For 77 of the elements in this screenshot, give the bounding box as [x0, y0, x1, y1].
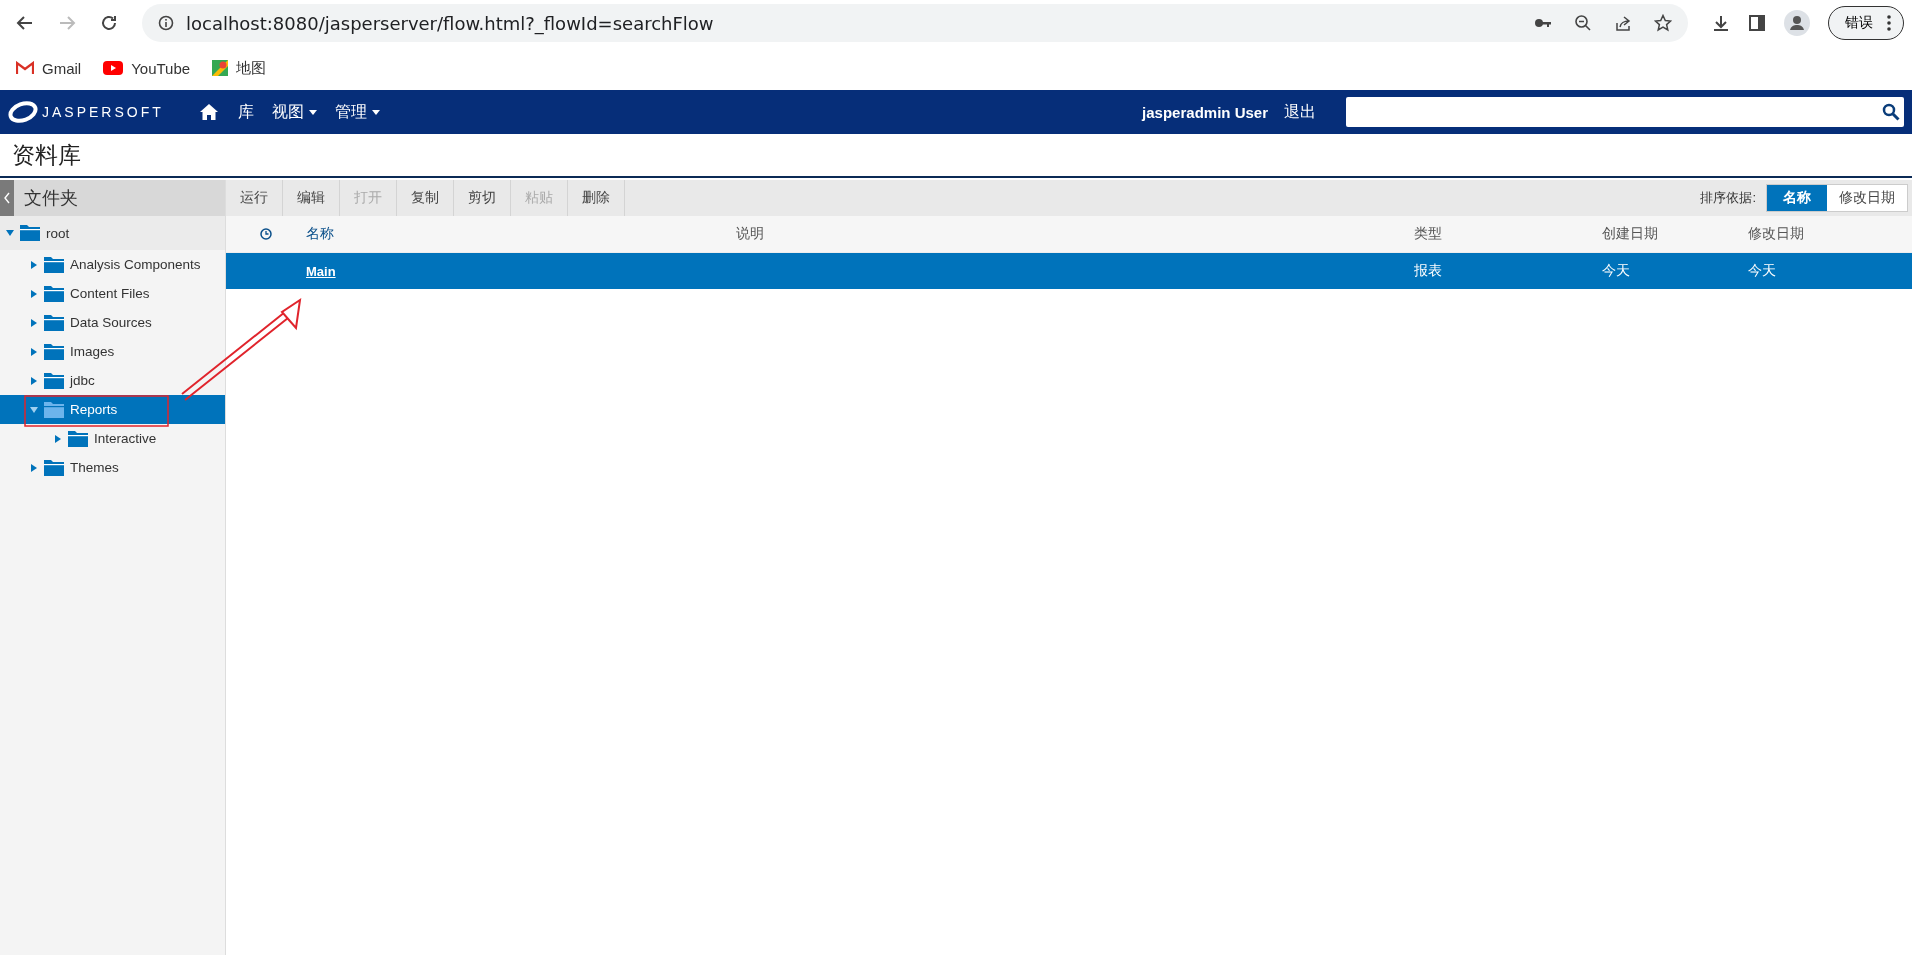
bookmark[interactable]: Gmail — [16, 59, 82, 77]
info-icon[interactable] — [158, 15, 174, 31]
column-header[interactable]: 名称 — [306, 225, 334, 241]
folder-icon — [44, 285, 64, 302]
logo-icon — [8, 100, 38, 124]
user-name: jasperadmin User — [1142, 103, 1268, 121]
zoom-out-icon[interactable] — [1574, 14, 1592, 32]
page-title: 资料库 — [12, 140, 81, 170]
caret-icon — [309, 109, 317, 115]
collapsed-caret-icon[interactable] — [30, 260, 38, 269]
column-header[interactable]: 说明 — [736, 225, 764, 241]
report-link[interactable]: Main — [306, 264, 336, 279]
folder-icon — [44, 256, 64, 273]
tree-item[interactable]: Themes — [0, 453, 225, 482]
logout-link[interactable]: 退出 — [1284, 101, 1316, 123]
column-header[interactable]: 创建日期 — [1602, 225, 1658, 241]
sort-tab[interactable]: 名称 — [1767, 185, 1827, 211]
mail-icon — [16, 61, 34, 75]
key-icon[interactable] — [1534, 17, 1552, 29]
logo-text: JASPERSOFT — [42, 104, 164, 120]
collapsed-caret-icon[interactable] — [30, 376, 38, 385]
folder-icon — [44, 343, 64, 360]
collapsed-caret-icon[interactable] — [30, 289, 38, 298]
nav-menu[interactable]: 管理 — [335, 101, 380, 123]
folder-icon — [44, 314, 64, 331]
tree-item[interactable]: Reports — [0, 395, 225, 424]
column-header[interactable]: 类型 — [1414, 225, 1442, 241]
url-text: localhost:8080/jasperserver/flow.html?_flowId=searchFlow — [186, 12, 715, 34]
sort-label: 排序依据: — [1700, 189, 1756, 207]
address-bar[interactable]: localhost:8080/jasperserver/flow.html?_flowId=searchFlow — [142, 4, 1688, 42]
folder-icon — [20, 225, 40, 241]
table-cell: 今天 — [1602, 262, 1630, 278]
table-cell: 报表 — [1414, 262, 1442, 278]
side-panel-icon[interactable] — [1748, 14, 1766, 32]
profile-button[interactable]: 错误 — [1828, 6, 1904, 40]
back-icon[interactable] — [16, 14, 34, 32]
bookmark[interactable]: YouTube — [103, 59, 191, 77]
table-row[interactable]: Main 报表 今天 今天 — [226, 253, 1912, 289]
profile-icon[interactable] — [1784, 10, 1810, 36]
tree-item[interactable]: root — [0, 216, 225, 250]
expanded-caret-icon[interactable] — [30, 405, 38, 414]
column-header[interactable]: 修改日期 — [1748, 225, 1804, 241]
caret-icon — [372, 109, 380, 115]
collapsed-caret-icon[interactable] — [54, 434, 62, 443]
tree-item[interactable]: Analysis Components — [0, 250, 225, 279]
folder-icon — [44, 401, 64, 418]
reload-icon[interactable] — [100, 14, 118, 32]
bookmark[interactable]: 地图 — [212, 58, 267, 78]
map-icon — [212, 60, 229, 76]
expanded-caret-icon[interactable] — [6, 229, 14, 237]
clock-icon — [260, 228, 272, 240]
nav-menu[interactable]: 库 — [238, 101, 254, 123]
search-field[interactable] — [1346, 97, 1904, 127]
download-icon[interactable] — [1712, 14, 1730, 32]
tree-item[interactable]: Interactive — [0, 424, 225, 453]
table-cell: 今天 — [1748, 262, 1776, 278]
play-icon — [103, 61, 124, 75]
star-icon[interactable] — [1654, 14, 1672, 32]
nav-menu[interactable]: 视图 — [272, 101, 317, 123]
tree-item[interactable]: Images — [0, 337, 225, 366]
menu-icon[interactable] — [1887, 15, 1891, 31]
search-icon[interactable] — [1882, 103, 1900, 121]
folder-icon — [68, 430, 88, 447]
collapsed-caret-icon[interactable] — [30, 347, 38, 356]
sort-tab[interactable]: 修改日期 — [1827, 185, 1907, 211]
share-icon[interactable] — [1614, 14, 1632, 32]
chevron-left-icon — [4, 192, 10, 204]
home-icon[interactable] — [200, 104, 218, 120]
collapse-button[interactable] — [0, 180, 14, 216]
sidebar-title: 文件夹 — [23, 187, 78, 210]
tree-item[interactable]: Content Files — [0, 279, 225, 308]
collapsed-caret-icon[interactable] — [30, 318, 38, 327]
tree-item[interactable]: Data Sources — [0, 308, 225, 337]
folder-icon — [44, 372, 64, 389]
folder-icon — [44, 459, 64, 476]
collapsed-caret-icon[interactable] — [30, 463, 38, 472]
tree-item[interactable]: jdbc — [0, 366, 225, 395]
